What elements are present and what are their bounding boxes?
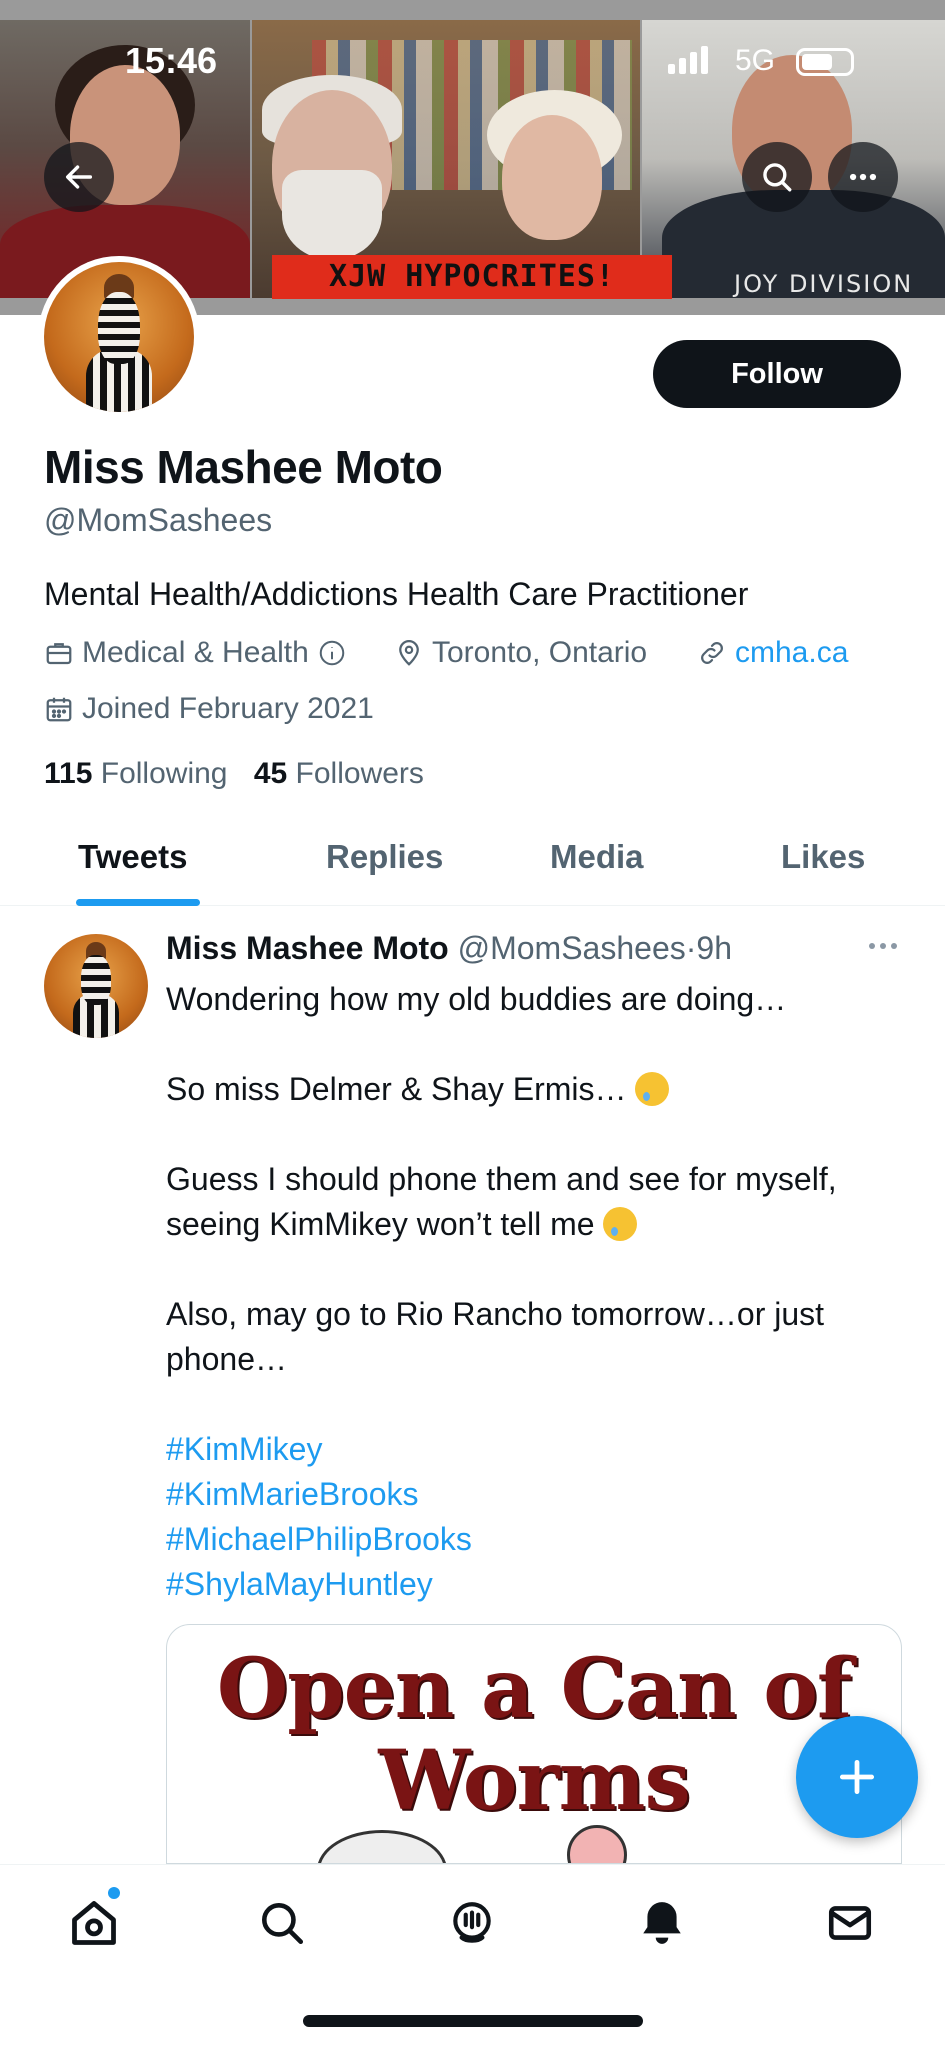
tweet-line: Wondering how my old buddies are doing… <box>166 981 787 1017</box>
tweet-author-avatar[interactable] <box>44 934 148 1038</box>
crying-face-emoji-icon <box>603 1207 638 1241</box>
more-options-button[interactable] <box>828 142 898 212</box>
tweet-line: phone… <box>166 1341 287 1377</box>
tab-likes[interactable]: Likes <box>781 838 865 876</box>
profile-handle: @MomSashees <box>44 502 273 538</box>
battery-icon <box>796 48 854 76</box>
explore-search-icon <box>262 1903 304 1945</box>
home-indicator-bar <box>303 2015 643 2027</box>
follow-button[interactable]: Follow <box>653 340 901 408</box>
compose-plus-icon <box>839 1759 875 1795</box>
search-button[interactable] <box>742 142 812 212</box>
search-icon <box>763 163 792 192</box>
following-link[interactable]: 115 Following <box>44 757 227 790</box>
location-label: Toronto, Ontario <box>432 636 648 669</box>
hashtag-link[interactable]: #KimMikey <box>166 1427 906 1472</box>
nav-home[interactable] <box>66 1895 122 1951</box>
more-icon <box>849 173 877 181</box>
profile-display-name: Miss Mashee Moto <box>44 441 443 493</box>
crying-face-emoji-icon <box>635 1072 670 1106</box>
back-button[interactable] <box>44 142 114 212</box>
media-cartoon-worm <box>567 1825 627 1863</box>
tweet-line: Guess I should phone them and see for my… <box>166 1161 837 1197</box>
info-icon[interactable] <box>317 638 347 668</box>
banner-caption: XJW HYPOCRITES! <box>272 255 672 299</box>
tab-replies[interactable]: Replies <box>326 838 443 876</box>
banner-shirt-text: JOY DIVISION <box>734 270 914 298</box>
followers-label: Followers <box>295 757 424 790</box>
hashtag-link[interactable]: #KimMarieBrooks <box>166 1472 906 1517</box>
messages-envelope-icon <box>828 1906 872 1940</box>
tweet-text: Wondering how my old buddies are doing… … <box>166 977 906 1607</box>
media-title-line-1: Open a Can of <box>216 1641 852 1737</box>
profile-location: Toronto, Ontario <box>394 636 647 670</box>
home-notification-dot <box>108 1887 120 1899</box>
tweet-header: Miss Mashee Moto @MomSashees·9h <box>166 930 732 967</box>
profile-avatar[interactable] <box>38 256 200 418</box>
profile-website[interactable]: cmha.ca <box>697 636 848 670</box>
profile-bio: Mental Health/Addictions Health Care Pra… <box>44 576 749 612</box>
category-label: Medical & Health <box>82 636 309 669</box>
profile-category: Medical & Health <box>44 636 355 670</box>
signal-strength-icon <box>668 46 708 74</box>
tweet-line: So miss Delmer & Shay Ermis… <box>166 1067 906 1112</box>
followers-count: 45 <box>253 757 288 790</box>
tweet-separator: · <box>685 930 697 966</box>
zebra-avatar-image <box>44 262 194 412</box>
notifications-bell-icon <box>643 1902 681 1944</box>
more-icon <box>869 943 897 949</box>
network-type: 5G <box>735 44 776 77</box>
followers-link[interactable]: 45 Followers <box>254 757 424 790</box>
location-pin-icon <box>399 640 419 666</box>
tweet-author-handle[interactable]: @MomSashees <box>458 930 686 966</box>
hashtag-link[interactable]: #ShylaMayHuntley <box>166 1562 906 1607</box>
zebra-avatar-image <box>44 934 148 1038</box>
bottom-navigation <box>0 1864 945 2048</box>
media-title-line-2: Worms <box>378 1733 690 1829</box>
tweet-media-image[interactable]: Open a Can of Worms <box>166 1624 902 1864</box>
tweet-time[interactable]: 9h <box>696 930 732 966</box>
tweet-line: Also, may go to Rio Rancho tomorrow…or j… <box>166 1296 825 1332</box>
link-icon <box>701 642 723 664</box>
tab-media[interactable]: Media <box>550 838 644 876</box>
nav-messages[interactable] <box>822 1895 878 1951</box>
tweet-line: seeing KimMikey won’t tell me <box>166 1202 906 1247</box>
calendar-icon <box>46 697 72 722</box>
follow-counts: 115 Following 45 Followers <box>44 757 424 791</box>
media-cartoon-can <box>317 1830 447 1863</box>
status-time: 15:46 <box>125 40 218 81</box>
website-link[interactable]: cmha.ca <box>735 636 848 670</box>
nav-spaces[interactable] <box>444 1895 500 1951</box>
nav-notifications[interactable] <box>634 1895 690 1951</box>
tweet-author-name[interactable]: Miss Mashee Moto <box>166 930 449 966</box>
hashtag-link[interactable]: #MichaelPhilipBrooks <box>166 1517 906 1562</box>
active-tab-indicator <box>76 899 200 906</box>
following-label: Following <box>100 757 228 790</box>
profile-joined: Joined February 2021 <box>44 692 374 726</box>
briefcase-icon <box>46 643 72 665</box>
profile-tabs: Tweets Replies Media Likes <box>0 820 945 906</box>
back-arrow-icon <box>65 165 93 189</box>
nav-explore[interactable] <box>254 1895 310 1951</box>
following-count: 115 <box>44 757 93 790</box>
joined-label: Joined February 2021 <box>82 692 374 725</box>
spaces-icon <box>453 1902 491 1943</box>
tab-tweets[interactable]: Tweets <box>78 838 187 876</box>
home-icon <box>72 1901 116 1945</box>
tweet-more-button[interactable] <box>866 930 900 964</box>
compose-tweet-button[interactable] <box>796 1716 918 1838</box>
